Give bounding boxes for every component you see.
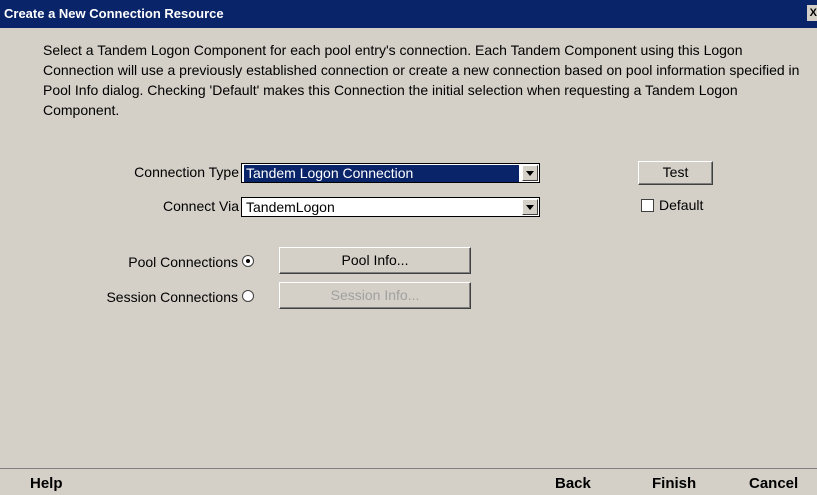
connection-type-value: Tandem Logon Connection bbox=[244, 165, 519, 182]
footer-bar: Help Back Finish Cancel bbox=[0, 468, 817, 495]
chevron-down-icon[interactable] bbox=[522, 199, 538, 215]
title-bar: Create a New Connection Resource X bbox=[0, 0, 817, 28]
connect-via-dropdown[interactable]: TandemLogon bbox=[241, 197, 540, 217]
cancel-button[interactable]: Cancel bbox=[749, 475, 798, 492]
pool-info-button[interactable]: Pool Info... bbox=[279, 247, 471, 274]
session-connections-label: Session Connections bbox=[106, 289, 238, 305]
description-text: Select a Tandem Logon Component for each… bbox=[43, 42, 800, 118]
pool-connections-label: Pool Connections bbox=[128, 254, 238, 270]
finish-button[interactable]: Finish bbox=[652, 475, 696, 492]
connect-via-value: TandemLogon bbox=[246, 199, 335, 215]
pool-connections-radio[interactable] bbox=[242, 255, 254, 267]
close-icon[interactable]: X bbox=[807, 5, 817, 21]
default-checkbox[interactable] bbox=[641, 199, 654, 212]
test-button[interactable]: Test bbox=[638, 161, 713, 185]
session-info-button: Session Info... bbox=[279, 282, 471, 309]
back-button[interactable]: Back bbox=[555, 475, 591, 492]
connection-type-label: Connection Type bbox=[134, 164, 239, 180]
connection-type-dropdown[interactable]: Tandem Logon Connection bbox=[241, 163, 540, 183]
help-button[interactable]: Help bbox=[30, 475, 63, 492]
session-connections-radio[interactable] bbox=[242, 290, 254, 302]
chevron-down-icon[interactable] bbox=[522, 165, 538, 181]
window-title: Create a New Connection Resource bbox=[4, 6, 224, 21]
connect-via-label: Connect Via bbox=[162, 198, 239, 214]
default-label: Default bbox=[659, 197, 704, 213]
